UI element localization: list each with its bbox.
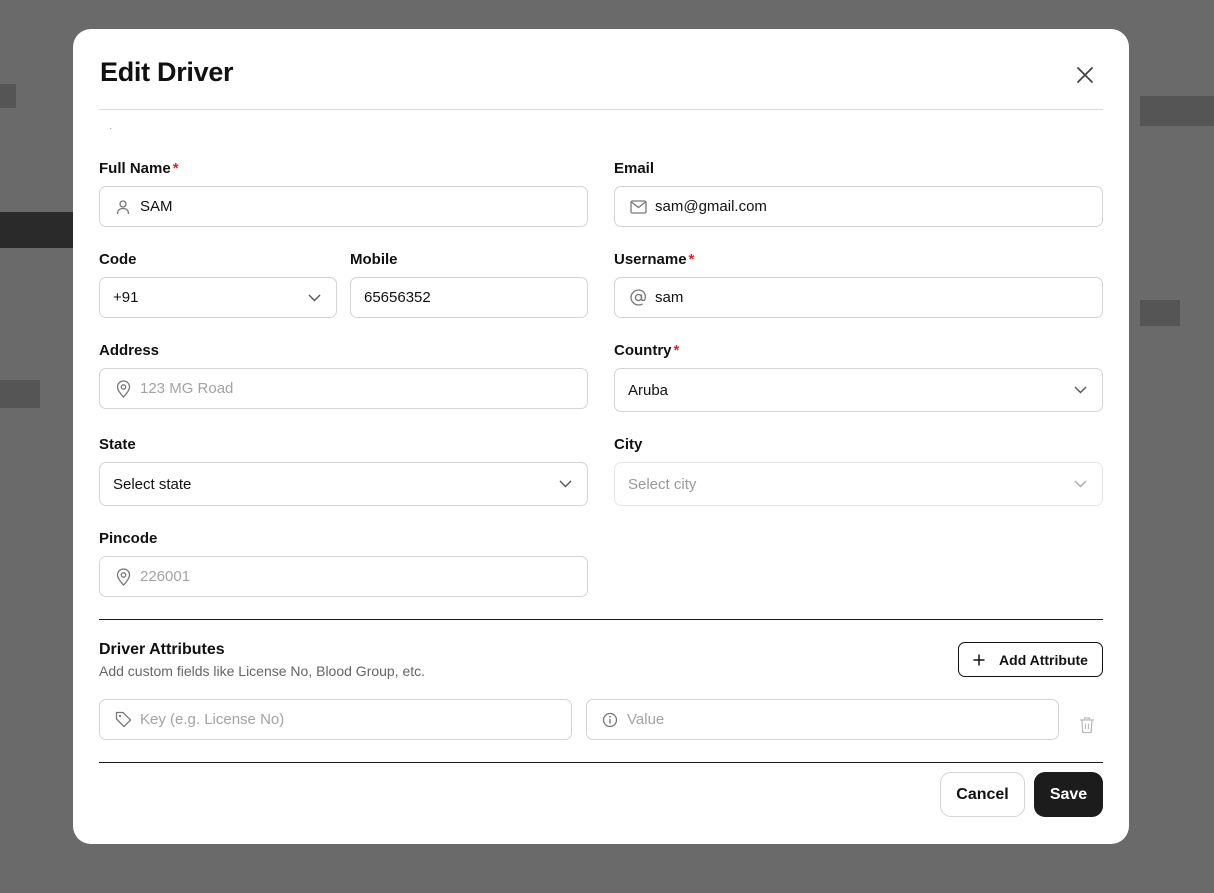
map-pin-icon xyxy=(114,379,132,398)
background-header-bar xyxy=(0,212,80,248)
info-icon xyxy=(601,711,619,729)
attribute-value-field[interactable] xyxy=(586,699,1059,740)
state-value: Select state xyxy=(113,475,192,493)
cancel-button[interactable]: Cancel xyxy=(940,772,1025,817)
address-input[interactable] xyxy=(140,380,587,397)
chevron-down-icon xyxy=(1072,382,1088,398)
city-label: City xyxy=(614,436,643,453)
attributes-divider xyxy=(99,619,1103,620)
footer-divider xyxy=(99,762,1103,763)
scroll-indicator: · xyxy=(109,123,113,134)
country-code-select[interactable]: +91 xyxy=(99,277,337,318)
username-label: Username * xyxy=(614,251,694,268)
required-mark: * xyxy=(688,251,695,268)
country-value: Aruba xyxy=(628,381,669,399)
full-name-label-text: Full Name xyxy=(99,160,171,177)
country-select[interactable]: Aruba xyxy=(614,368,1103,412)
mobile-input[interactable] xyxy=(364,289,587,306)
dialog-title: Edit Driver xyxy=(100,57,234,87)
add-attribute-label: Add Attribute xyxy=(999,651,1088,668)
address-label: Address xyxy=(99,342,160,359)
user-icon xyxy=(114,198,132,216)
close-icon xyxy=(1076,66,1094,84)
pincode-label: Pincode xyxy=(99,530,158,547)
trash-icon xyxy=(1079,716,1095,734)
email-label: Email xyxy=(614,160,655,177)
background-element xyxy=(1140,96,1214,126)
mobile-label: Mobile xyxy=(350,251,398,268)
mail-icon xyxy=(629,198,647,216)
username-label-text: Username xyxy=(614,251,687,268)
chevron-down-icon xyxy=(557,476,573,492)
attributes-title: Driver Attributes xyxy=(99,641,225,658)
pincode-input[interactable] xyxy=(140,568,587,585)
plus-icon xyxy=(973,654,985,666)
full-name-field[interactable] xyxy=(99,186,588,227)
attributes-subtitle: Add custom fields like License No, Blood… xyxy=(99,663,426,679)
save-button[interactable]: Save xyxy=(1034,772,1103,817)
background-element xyxy=(1140,300,1180,326)
tag-icon xyxy=(114,711,132,729)
country-code-value: +91 xyxy=(113,289,139,306)
attribute-key-input[interactable] xyxy=(140,711,571,728)
email-field[interactable] xyxy=(614,186,1103,227)
mobile-field[interactable] xyxy=(350,277,588,318)
email-input[interactable] xyxy=(655,198,1102,215)
code-label: Code xyxy=(99,251,137,268)
city-value: Select city xyxy=(628,475,697,493)
edit-driver-dialog: Edit Driver · Full Name* Email Code +91 … xyxy=(73,29,1129,844)
background-element xyxy=(0,84,16,108)
close-button[interactable] xyxy=(1071,61,1099,89)
state-label: State xyxy=(99,436,136,453)
username-field[interactable] xyxy=(614,277,1103,318)
chevron-down-icon xyxy=(306,290,322,306)
attribute-key-field[interactable] xyxy=(99,699,572,740)
background-element xyxy=(0,380,40,408)
map-pin-icon xyxy=(114,567,132,586)
country-label: Country * xyxy=(614,342,679,359)
header-divider xyxy=(99,109,1103,110)
state-select[interactable]: Select state xyxy=(99,462,588,506)
full-name-label: Full Name * xyxy=(99,160,179,177)
address-field[interactable] xyxy=(99,368,588,409)
add-attribute-button[interactable]: Add Attribute xyxy=(958,642,1103,677)
full-name-input[interactable] xyxy=(140,198,587,215)
required-mark: * xyxy=(172,160,179,177)
delete-attribute-button[interactable] xyxy=(1077,715,1097,735)
username-input[interactable] xyxy=(655,289,1102,306)
required-mark: * xyxy=(673,342,680,359)
city-select[interactable]: Select city xyxy=(614,462,1103,506)
at-icon xyxy=(629,289,647,307)
chevron-down-icon xyxy=(1072,476,1088,492)
country-label-text: Country xyxy=(614,342,672,359)
attribute-value-input[interactable] xyxy=(627,711,1058,728)
pincode-field[interactable] xyxy=(99,556,588,597)
